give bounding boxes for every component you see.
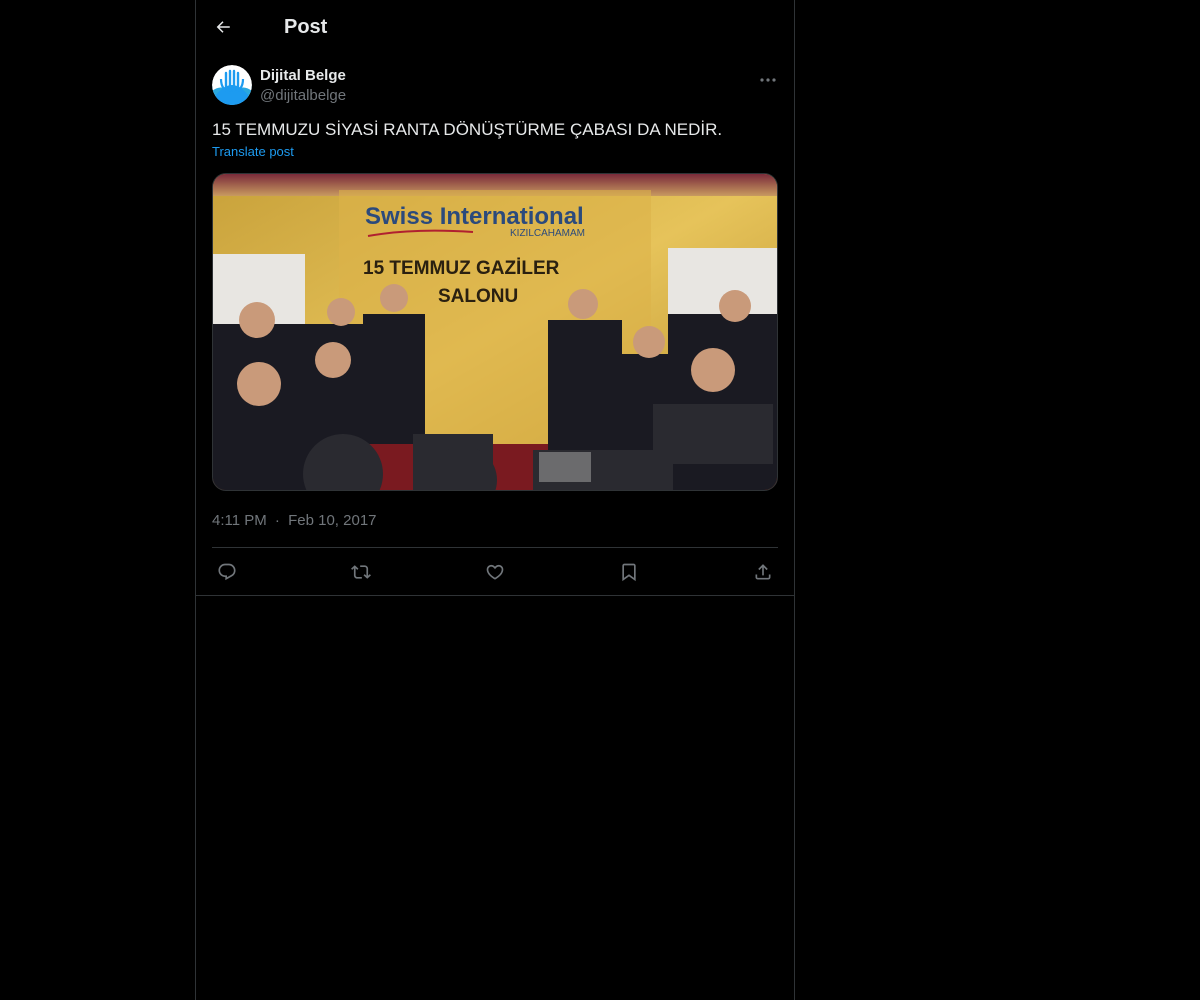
page-title: Post xyxy=(284,15,328,38)
post-actions xyxy=(212,547,778,596)
timestamp-separator: · xyxy=(274,512,280,529)
author-info: Dijital Belge @dijitalbelge xyxy=(260,66,346,110)
avatar[interactable] xyxy=(212,65,252,105)
post-date[interactable]: Feb 10, 2017 xyxy=(288,512,376,529)
like-button[interactable] xyxy=(484,561,506,583)
repost-button[interactable] xyxy=(350,561,372,583)
share-icon xyxy=(755,564,771,580)
share-button[interactable] xyxy=(752,561,774,583)
heart-icon xyxy=(486,564,504,580)
main-column: Post Dijital Belge @dijitalbelge 15 TEMM… xyxy=(195,0,795,1000)
translate-post-link[interactable]: Translate post xyxy=(212,143,294,161)
post-header: Post xyxy=(196,0,794,54)
post-time[interactable]: 4:11 PM xyxy=(212,512,267,529)
reply-icon xyxy=(218,563,236,581)
post-text: 15 TEMMUZU SİYASİ RANTA DÖNÜŞTÜRME ÇABAS… xyxy=(212,120,723,139)
repost-icon xyxy=(351,565,371,579)
arrow-left-icon xyxy=(216,21,230,33)
sign-hall-line2: SALONU xyxy=(438,286,518,307)
back-button[interactable] xyxy=(212,16,234,38)
sign-hall-line1: 15 TEMMUZ GAZİLER xyxy=(363,258,560,279)
sign-location-text: KIZILCAHAMAM xyxy=(510,228,585,239)
bookmark-icon xyxy=(622,563,636,582)
sign-brand-text: Swiss International xyxy=(365,203,584,230)
post-article: Dijital Belge @dijitalbelge 15 TEMMUZU S… xyxy=(196,54,794,596)
avatar-image xyxy=(212,65,252,105)
author-handle[interactable]: @dijitalbelge xyxy=(260,86,346,106)
photo: Swiss International KIZILCAHAMAM 15 TEMM… xyxy=(213,174,777,490)
author-row: Dijital Belge @dijitalbelge xyxy=(212,54,778,110)
bookmark-button[interactable] xyxy=(618,561,640,583)
author-display-name[interactable]: Dijital Belge xyxy=(260,66,346,86)
post-timestamp: 4:11 PM · Feb 10, 2017 xyxy=(212,511,778,531)
reply-button[interactable] xyxy=(216,561,238,583)
post-image[interactable]: Swiss International KIZILCAHAMAM 15 TEMM… xyxy=(212,173,778,491)
more-options-button[interactable] xyxy=(758,72,778,88)
more-horizontal-icon xyxy=(760,78,776,82)
